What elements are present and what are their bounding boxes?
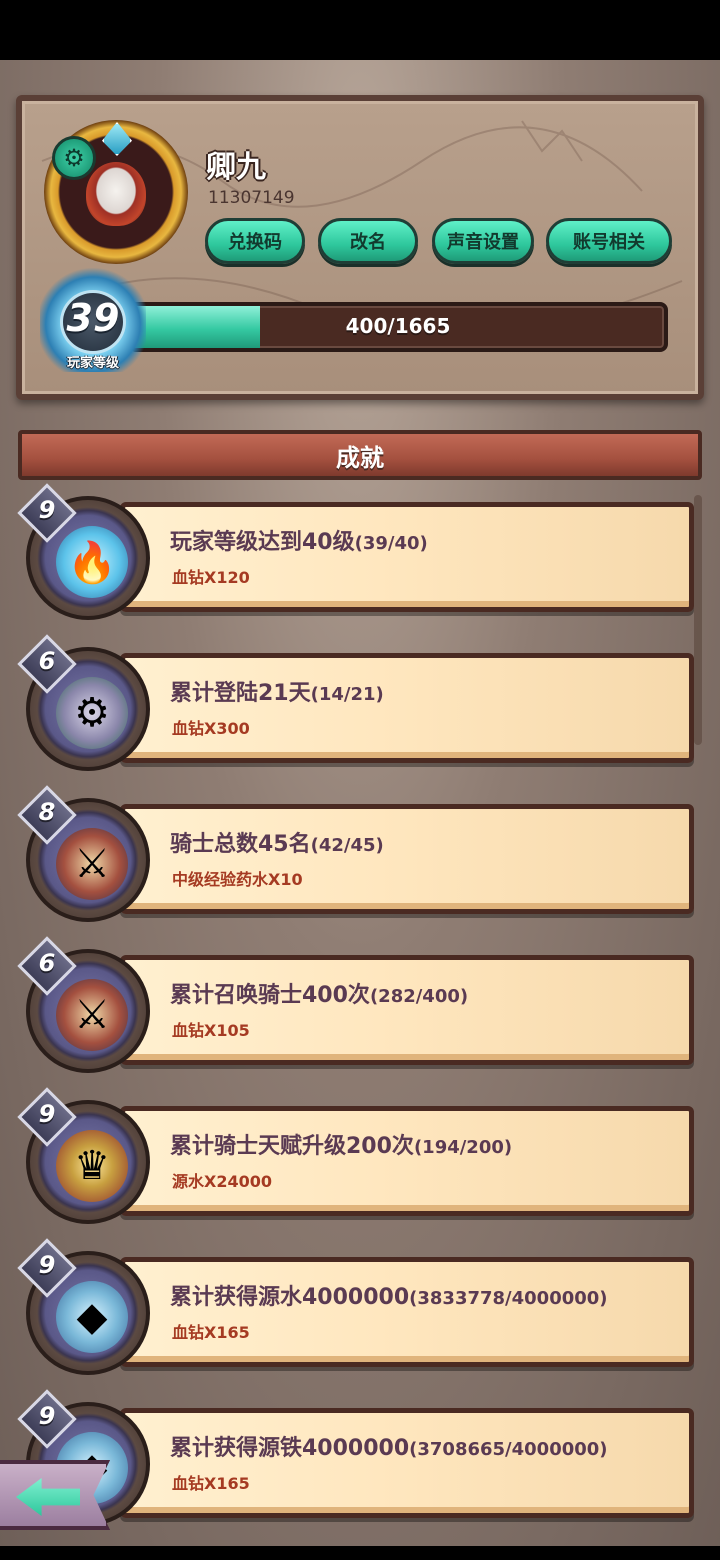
account-button[interactable]: 账号相关 — [546, 218, 672, 264]
achievement-progress: (282/400) — [369, 986, 469, 1007]
achievement-row[interactable]: ◆ 9 累计获得源水4000000(3833778/4000000) 血钻X16… — [17, 1238, 694, 1381]
rename-button[interactable]: 改名 — [318, 218, 418, 264]
tier-number: 9 — [38, 1100, 56, 1128]
achievement-reward: 源水X24000 — [172, 1172, 273, 1191]
navigation-bar — [0, 1546, 720, 1560]
knights-icon: ⚔ — [56, 828, 128, 900]
player-id: 11307149 — [208, 188, 295, 208]
achievement-reward: 中级经验药水X10 — [172, 870, 303, 889]
gear-crown-icon: ⚙ — [56, 677, 128, 749]
achievement-progress: (3833778/4000000) — [409, 1288, 608, 1309]
player-level-label: 玩家等级 — [66, 356, 119, 371]
talent-knight-icon: ♛ — [56, 1130, 128, 1202]
status-bar — [0, 0, 720, 60]
scrollbar[interactable] — [694, 495, 702, 745]
xp-progress-bar: 400/1665 — [128, 302, 668, 352]
sound-settings-button[interactable]: 声音设置 — [432, 218, 534, 264]
achievement-title-text: 累计骑士天赋升级200次 — [170, 1134, 414, 1159]
achievement-title: 累计获得源水4000000(3833778/4000000) — [170, 1279, 608, 1311]
redeem-code-button[interactable]: 兑换码 — [205, 218, 305, 264]
achievement-title: 累计登陆21天(14/21) — [170, 675, 384, 707]
achievement-title-text: 累计获得源铁4000000 — [170, 1436, 410, 1461]
knights-icon: ⚔ — [56, 979, 128, 1051]
achievements-header: 成就 — [18, 430, 702, 480]
player-level-emblem: 39 玩家等级 — [40, 266, 146, 372]
achievement-title: 骑士总数45名(42/45) — [170, 826, 384, 858]
achievement-progress: (42/45) — [310, 835, 384, 856]
achievement-title: 累计骑士天赋升级200次(194/200) — [170, 1128, 512, 1160]
achievement-title-text: 累计登陆21天 — [170, 681, 311, 706]
achievement-title-text: 累计获得源水4000000 — [170, 1285, 410, 1310]
achievement-title-text: 骑士总数45名 — [170, 832, 311, 857]
tier-number: 9 — [38, 496, 56, 524]
achievement-reward: 血钻X300 — [172, 719, 250, 738]
achievement-row[interactable]: ⚔ 8 骑士总数45名(42/45) 中级经验药水X10 — [17, 785, 694, 928]
achievement-card[interactable] — [120, 502, 694, 612]
tier-number: 6 — [38, 647, 56, 675]
achievement-card[interactable] — [120, 1106, 694, 1216]
achievement-title: 累计获得源铁4000000(3708665/4000000) — [170, 1430, 608, 1462]
achievement-row[interactable]: ⚔ 6 累计召唤骑士400次(282/400) 血钻X105 — [17, 936, 694, 1079]
achievement-progress: (3708665/4000000) — [409, 1439, 608, 1460]
tier-number: 6 — [38, 949, 56, 977]
achievement-card[interactable] — [120, 804, 694, 914]
achievement-card[interactable] — [120, 955, 694, 1065]
achievement-title-text: 玩家等级达到40级 — [170, 530, 355, 555]
achievement-row[interactable]: 🔥 9 玩家等级达到40级(39/40) 血钻X120 — [17, 483, 694, 626]
achievement-reward: 血钻X165 — [172, 1323, 250, 1342]
achievement-title-text: 累计召唤骑士400次 — [170, 983, 370, 1008]
back-button[interactable] — [0, 1460, 150, 1540]
achievement-card[interactable] — [120, 1408, 694, 1518]
achievement-title: 玩家等级达到40级(39/40) — [170, 524, 428, 556]
player-level-number: 39 — [66, 296, 120, 340]
settings-gear-icon[interactable]: ⚙ — [52, 136, 96, 180]
achievement-card[interactable] — [120, 1257, 694, 1367]
blue-flame-icon: 🔥 — [56, 526, 128, 598]
tier-number: 9 — [38, 1402, 56, 1430]
xp-progress-text: 400/1665 — [345, 314, 451, 338]
achievement-row[interactable]: ⚙ 6 累计登陆21天(14/21) 血钻X300 — [17, 634, 694, 777]
tier-number: 8 — [38, 798, 56, 826]
achievement-reward: 血钻X105 — [172, 1021, 250, 1040]
avatar-portrait — [86, 162, 146, 226]
crystal-ore-icon: ◆ — [56, 1281, 128, 1353]
achievement-progress: (39/40) — [354, 533, 428, 554]
achievement-reward: 血钻X165 — [172, 1474, 250, 1493]
achievement-card[interactable] — [120, 653, 694, 763]
achievement-title: 累计召唤骑士400次(282/400) — [170, 977, 468, 1009]
achievement-progress: (194/200) — [413, 1137, 513, 1158]
achievement-reward: 血钻X120 — [172, 568, 250, 587]
achievement-progress: (14/21) — [310, 684, 384, 705]
achievement-row[interactable]: ♛ 9 累计骑士天赋升级200次(194/200) 源水X24000 — [17, 1087, 694, 1230]
player-name: 卿九 — [206, 150, 266, 185]
tier-number: 9 — [38, 1251, 56, 1279]
